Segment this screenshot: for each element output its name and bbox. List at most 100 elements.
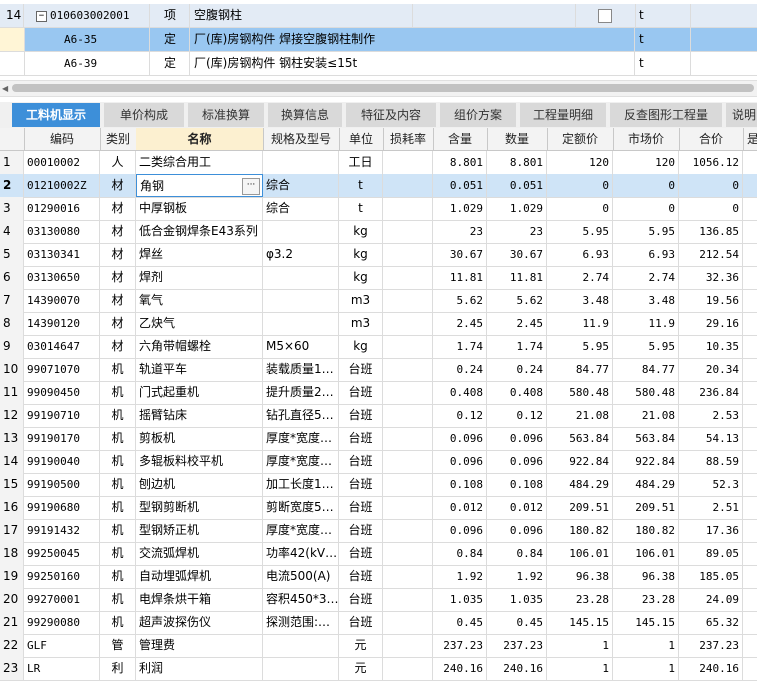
loss-rate-cell[interactable] — [383, 473, 433, 496]
loss-rate-cell[interactable] — [383, 588, 433, 611]
quota-row-selected[interactable]: A6-35 定 厂(库)房钢构件 焊接空腹钢柱制作 t — [0, 28, 757, 52]
market-price-cell[interactable]: 922.84 — [613, 450, 679, 473]
content-cell[interactable]: 0.096 — [433, 450, 487, 473]
quota-price-cell[interactable]: 106.01 — [547, 542, 613, 565]
category-cell[interactable]: 机 — [100, 611, 136, 634]
market-price-cell[interactable]: 484.29 — [613, 473, 679, 496]
loss-rate-cell[interactable] — [383, 450, 433, 473]
market-price-cell[interactable]: 0 — [613, 197, 679, 220]
market-price-cell[interactable]: 1 — [613, 657, 679, 680]
name-cell[interactable]: 型钢矫正机 — [136, 519, 263, 542]
table-row[interactable]: 20 99270001 机电焊条烘干箱 容积450*3… 台班 1.035 1.035 23.… — [0, 588, 757, 612]
unit-cell[interactable]: kg — [339, 220, 383, 243]
header-quota-price[interactable]: 定额价 — [547, 128, 614, 150]
content-cell[interactable]: 237.23 — [433, 634, 487, 657]
category-cell[interactable]: 机 — [100, 542, 136, 565]
unit-cell[interactable]: m3 — [339, 312, 383, 335]
name-cell[interactable]: 型钢剪断机 — [136, 496, 263, 519]
total-cell[interactable]: 136.85 — [679, 220, 743, 243]
unit-cell[interactable]: 元 — [339, 657, 383, 680]
category-cell[interactable]: 材 — [100, 220, 136, 243]
quantity-cell[interactable]: 2.45 — [487, 312, 547, 335]
quantity-cell[interactable]: 30.67 — [487, 243, 547, 266]
code-cell[interactable]: 01290016 — [24, 197, 100, 220]
category-cell[interactable]: 机 — [100, 358, 136, 381]
market-price-cell[interactable]: 563.84 — [613, 427, 679, 450]
code-cell[interactable]: 99071070 — [24, 358, 100, 381]
quota-price-cell[interactable]: 922.84 — [547, 450, 613, 473]
quota-price-cell[interactable]: 23.28 — [547, 588, 613, 611]
category-cell[interactable]: 机 — [100, 404, 136, 427]
quota-price-cell[interactable]: 5.95 — [547, 335, 613, 358]
tab-graphic-quantity[interactable]: 反查图形工程量 — [610, 103, 722, 127]
market-price-cell[interactable]: 0 — [613, 174, 679, 197]
spec-cell[interactable] — [263, 657, 339, 680]
spec-cell[interactable]: M5×60 — [263, 335, 339, 358]
code-cell[interactable]: 03130341 — [24, 243, 100, 266]
market-price-cell[interactable]: 145.15 — [613, 611, 679, 634]
name-cell[interactable]: 利润 — [136, 657, 263, 680]
header-extra[interactable]: 是 — [743, 128, 757, 150]
unit-cell[interactable]: 台班 — [339, 611, 383, 634]
spec-cell[interactable]: φ3.2 — [263, 243, 339, 266]
code-cell[interactable]: 99190040 — [24, 450, 100, 473]
market-price-cell[interactable]: 5.95 — [613, 335, 679, 358]
name-edit-text[interactable]: 角钢 — [140, 179, 164, 193]
total-cell[interactable]: 0 — [679, 174, 743, 197]
spec-cell[interactable]: 提升质量2… — [263, 381, 339, 404]
loss-rate-cell[interactable] — [383, 657, 433, 680]
code-cell[interactable]: 99270001 — [24, 588, 100, 611]
quantity-cell[interactable]: 1.029 — [487, 197, 547, 220]
quantity-cell[interactable]: 237.23 — [487, 634, 547, 657]
header-code[interactable]: 编码 — [24, 128, 101, 150]
name-cell[interactable]: 乙炔气 — [136, 312, 263, 335]
total-cell[interactable]: 88.59 — [679, 450, 743, 473]
name-cell[interactable]: 自动埋弧焊机 — [136, 565, 263, 588]
spec-cell[interactable]: 功率42(kV… — [263, 542, 339, 565]
market-price-cell[interactable]: 84.77 — [613, 358, 679, 381]
loss-rate-cell[interactable] — [383, 197, 433, 220]
unit-cell[interactable]: 工日 — [339, 151, 383, 174]
total-cell[interactable]: 20.34 — [679, 358, 743, 381]
loss-rate-cell[interactable] — [383, 312, 433, 335]
code-cell[interactable]: 03130080 — [24, 220, 100, 243]
loss-rate-cell[interactable] — [383, 565, 433, 588]
header-loss-rate[interactable]: 损耗率 — [383, 128, 434, 150]
market-price-cell[interactable]: 23.28 — [613, 588, 679, 611]
quantity-cell[interactable]: 5.62 — [487, 289, 547, 312]
tab-features[interactable]: 特征及内容 — [346, 103, 436, 127]
loss-rate-cell[interactable] — [383, 381, 433, 404]
code-cell[interactable]: 01210002Z — [24, 174, 100, 197]
spec-cell[interactable]: 综合 — [263, 174, 339, 197]
content-cell[interactable]: 1.029 — [433, 197, 487, 220]
code-cell[interactable]: 00010002 — [24, 151, 100, 174]
table-row[interactable]: 5 03130341 材焊丝 φ3.2 kg 30.67 30.67 6.93 6.93 212.… — [0, 243, 757, 267]
quantity-cell[interactable]: 1.74 — [487, 335, 547, 358]
content-cell[interactable]: 0.24 — [433, 358, 487, 381]
name-cell[interactable]: 焊丝 — [136, 243, 263, 266]
quota-price-cell[interactable]: 21.08 — [547, 404, 613, 427]
spec-cell[interactable] — [263, 634, 339, 657]
total-cell[interactable]: 2.53 — [679, 404, 743, 427]
content-cell[interactable]: 0.012 — [433, 496, 487, 519]
unit-cell[interactable]: kg — [339, 243, 383, 266]
table-row[interactable]: 23 LR 利利润元 240.16 240.16 1 1 240.16 — [0, 657, 757, 681]
tab-pricing-scheme[interactable]: 组价方案 — [440, 103, 516, 127]
code-cell[interactable]: 99191432 — [24, 519, 100, 542]
spec-cell[interactable]: 加工长度1… — [263, 473, 339, 496]
code-cell[interactable]: 03130650 — [24, 266, 100, 289]
table-row[interactable]: 3 01290016 材中厚钢板 综合 t 1.029 1.029 0 0 0 — [0, 197, 757, 221]
quantity-cell[interactable]: 0.12 — [487, 404, 547, 427]
total-cell[interactable]: 2.51 — [679, 496, 743, 519]
code-cell[interactable]: GLF — [24, 634, 100, 657]
quota-price-cell[interactable]: 0 — [547, 197, 613, 220]
table-row[interactable]: 19 99250160 机自动埋弧焊机 电流500(A) 台班 1.92 1.92 96.38… — [0, 565, 757, 589]
total-cell[interactable]: 65.32 — [679, 611, 743, 634]
unit-cell[interactable]: 元 — [339, 634, 383, 657]
quantity-cell[interactable]: 23 — [487, 220, 547, 243]
content-cell[interactable]: 5.62 — [433, 289, 487, 312]
loss-rate-cell[interactable] — [383, 519, 433, 542]
table-row[interactable]: 7 14390070 材氧气 m3 5.62 5.62 3.48 3.48 19.56 — [0, 289, 757, 313]
market-price-cell[interactable]: 3.48 — [613, 289, 679, 312]
unit-cell[interactable]: 台班 — [339, 450, 383, 473]
